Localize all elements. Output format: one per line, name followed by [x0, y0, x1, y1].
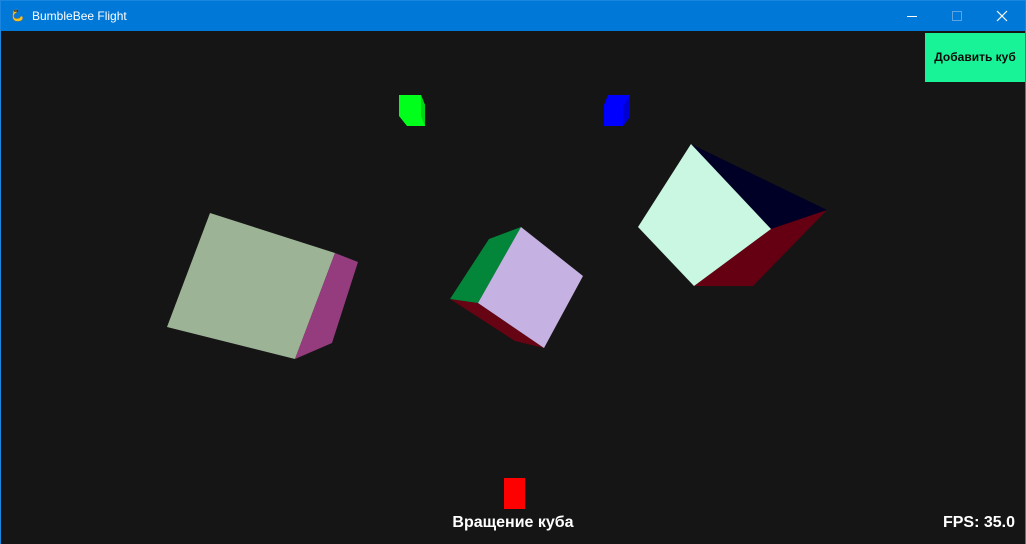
scene-3d	[167, 95, 827, 509]
mint-cube	[638, 144, 827, 286]
pygame-snake-icon	[10, 8, 26, 24]
rotate-cube-label: Вращение куба	[452, 514, 574, 531]
maximize-icon	[952, 11, 962, 21]
render-canvas[interactable]: Добавить куб Вращение куба FPS: 35.0	[1, 31, 1025, 544]
close-icon	[996, 10, 1008, 22]
fps-counter: FPS: 35.0	[942, 514, 1015, 531]
add-cube-button[interactable]: Добавить куб	[925, 33, 1025, 82]
lilac-cube	[450, 227, 583, 348]
blue-marker-cube	[604, 95, 630, 126]
window-title: BumbleBee Flight	[32, 9, 127, 23]
red-marker	[504, 478, 525, 509]
olive-cube	[167, 213, 358, 359]
green-marker-cube	[399, 95, 425, 126]
minimize-button[interactable]	[889, 1, 935, 31]
maximize-button[interactable]	[935, 1, 981, 31]
app-window: BumbleBee Flight Добавить куб Вращение к…	[0, 0, 1026, 544]
minimize-icon	[907, 16, 917, 17]
close-button[interactable]	[979, 1, 1025, 31]
title-bar[interactable]: BumbleBee Flight	[1, 1, 1025, 31]
